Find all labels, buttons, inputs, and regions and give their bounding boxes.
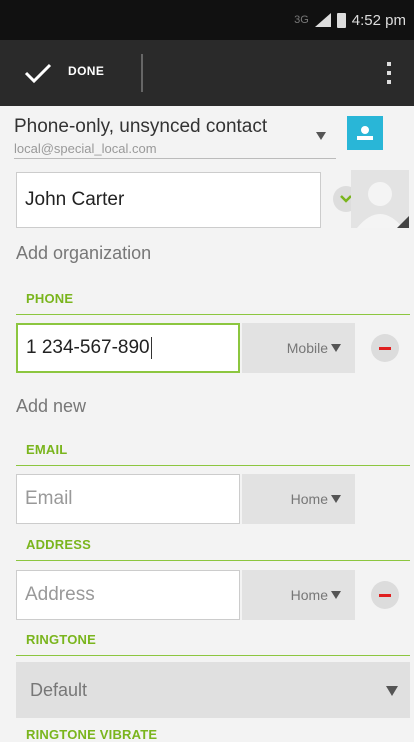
account-underline — [14, 158, 336, 159]
check-icon — [24, 63, 52, 84]
email-placeholder: Email — [25, 488, 73, 509]
overflow-menu-icon — [387, 62, 391, 66]
contact-photo[interactable] — [351, 170, 409, 228]
status-icons: 3G 4:52 pm — [294, 0, 406, 40]
email-type-label: Home — [290, 491, 328, 507]
contact-card-icon — [347, 116, 383, 150]
name-field[interactable]: John Carter — [16, 172, 321, 228]
remove-phone-button[interactable] — [371, 334, 399, 362]
status-bar: 3G 4:52 pm — [0, 0, 414, 40]
ringtone-heading: RINGTONE — [26, 632, 96, 647]
address-heading: ADDRESS — [26, 537, 91, 552]
dropdown-arrow-icon — [316, 132, 326, 140]
name-value: John Carter — [25, 189, 125, 210]
dropdown-arrow-icon — [386, 686, 398, 696]
action-bar: DONE — [0, 40, 414, 106]
network-type: 3G — [294, 14, 309, 26]
add-organization-link[interactable]: Add organization — [16, 243, 151, 264]
dropdown-arrow-icon — [331, 495, 341, 503]
dropdown-arrow-icon — [331, 591, 341, 599]
address-type-label: Home — [290, 587, 328, 603]
phone-value: 1 234-567-890 — [26, 337, 150, 358]
dropdown-arrow-icon — [331, 344, 341, 352]
phone-type-label: Mobile — [286, 340, 328, 356]
phone-type-select[interactable]: Mobile — [242, 323, 355, 373]
address-divider — [16, 560, 410, 561]
account-title: Phone-only, unsynced contact — [14, 116, 268, 137]
ringtone-value: Default — [30, 679, 88, 700]
address-type-select[interactable]: Home — [242, 570, 355, 620]
text-cursor — [150, 337, 152, 359]
action-bar-divider — [141, 54, 143, 92]
overflow-menu-button[interactable] — [378, 54, 400, 92]
phone-input[interactable]: 1 234-567-890 — [16, 323, 240, 373]
address-placeholder: Address — [25, 584, 95, 605]
email-divider — [16, 465, 410, 466]
done-button[interactable]: DONE — [0, 40, 135, 106]
email-heading: EMAIL — [26, 442, 68, 457]
ringtone-divider — [16, 655, 410, 656]
ringtone-select[interactable]: Default — [16, 662, 410, 718]
phone-heading: PHONE — [26, 291, 74, 306]
battery-icon — [336, 12, 346, 28]
signal-icon — [314, 13, 331, 27]
phone-divider — [16, 314, 410, 315]
address-input[interactable]: Address — [16, 570, 240, 620]
email-input[interactable]: Email — [16, 474, 240, 524]
avatar-placeholder-icon — [357, 182, 409, 228]
ringtone-vibrate-heading: RINGTONE VIBRATE — [26, 727, 158, 742]
remove-address-button[interactable] — [371, 581, 399, 609]
account-email: local@special_local.com — [14, 141, 157, 156]
add-new-link[interactable]: Add new — [16, 396, 86, 417]
status-time: 4:52 pm — [351, 11, 406, 29]
email-type-select[interactable]: Home — [242, 474, 355, 524]
done-label: DONE — [68, 64, 105, 78]
